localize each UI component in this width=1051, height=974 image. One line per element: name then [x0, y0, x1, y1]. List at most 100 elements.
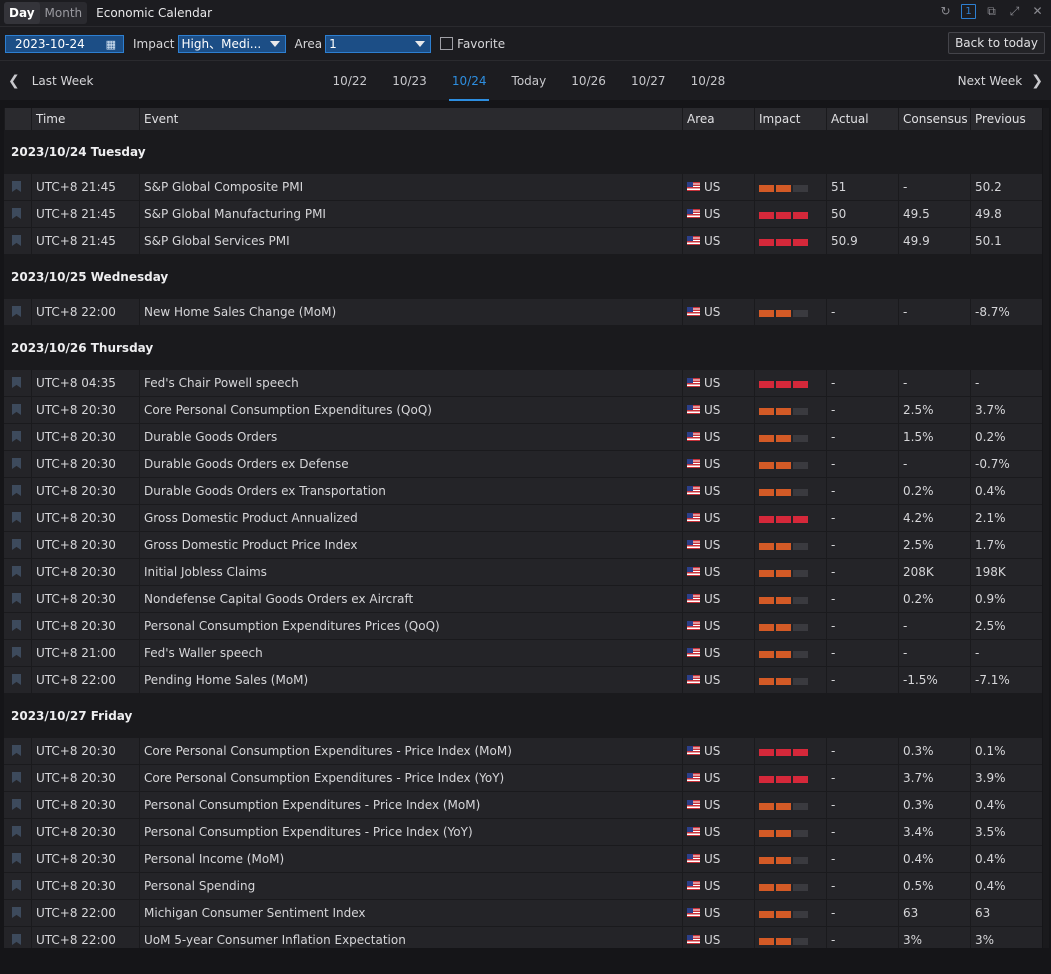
bookmark-icon[interactable]	[12, 306, 21, 317]
event-cell[interactable]: UoM 5-year Consumer Inflation Expectatio…	[139, 927, 682, 948]
bookmark-cell[interactable]	[4, 451, 31, 477]
refresh-icon[interactable]: ↻	[938, 4, 953, 19]
event-cell[interactable]: Nondefense Capital Goods Orders ex Aircr…	[139, 586, 682, 612]
table-row[interactable]: UTC+8 20:30 Personal Consumption Expendi…	[4, 819, 1042, 846]
table-row[interactable]: UTC+8 20:30 Personal Consumption Expendi…	[4, 613, 1042, 640]
table-row[interactable]: UTC+8 22:00 Michigan Consumer Sentiment …	[4, 900, 1042, 927]
date-picker[interactable]: 2023-10-24 ▦	[5, 34, 124, 53]
bookmark-cell[interactable]	[4, 478, 31, 504]
event-cell[interactable]: Durable Goods Orders ex Transportation	[139, 478, 682, 504]
table-row[interactable]: UTC+8 22:00 UoM 5-year Consumer Inflatio…	[4, 927, 1042, 948]
bookmark-cell[interactable]	[4, 424, 31, 450]
day-tab[interactable]: 10/28	[678, 61, 738, 101]
close-icon[interactable]: ✕	[1030, 4, 1045, 19]
event-cell[interactable]: Pending Home Sales (MoM)	[139, 667, 682, 693]
header-impact[interactable]: Impact	[754, 108, 826, 130]
table-row[interactable]: UTC+8 20:30 Durable Goods Orders US - 1.…	[4, 424, 1042, 451]
table-row[interactable]: UTC+8 20:30 Core Personal Consumption Ex…	[4, 765, 1042, 792]
day-tab[interactable]: 10/26	[559, 61, 619, 101]
bookmark-cell[interactable]	[4, 738, 31, 764]
event-cell[interactable]: Initial Jobless Claims	[139, 559, 682, 585]
bookmark-icon[interactable]	[12, 377, 21, 388]
bookmark-icon[interactable]	[12, 647, 21, 658]
bookmark-cell[interactable]	[4, 667, 31, 693]
bookmark-cell[interactable]	[4, 532, 31, 558]
calendar-icon[interactable]: ▦	[106, 37, 116, 53]
table-row[interactable]: UTC+8 20:30 Personal Income (MoM) US - 0…	[4, 846, 1042, 873]
tab-day[interactable]: Day	[4, 2, 40, 24]
bookmark-icon[interactable]	[12, 512, 21, 523]
bookmark-cell[interactable]	[4, 900, 31, 926]
event-cell[interactable]: Fed's Chair Powell speech	[139, 370, 682, 396]
day-tab[interactable]: 10/23	[380, 61, 440, 101]
table-row[interactable]: UTC+8 21:45 S&P Global Services PMI US 5…	[4, 228, 1042, 255]
event-cell[interactable]: Core Personal Consumption Expenditures -…	[139, 738, 682, 764]
expand-icon[interactable]: ⤢	[1007, 4, 1022, 19]
event-cell[interactable]: Michigan Consumer Sentiment Index	[139, 900, 682, 926]
bookmark-cell[interactable]	[4, 370, 31, 396]
table-row[interactable]: UTC+8 04:35 Fed's Chair Powell speech US…	[4, 370, 1042, 397]
table-row[interactable]: UTC+8 20:30 Nondefense Capital Goods Ord…	[4, 586, 1042, 613]
bookmark-icon[interactable]	[12, 772, 21, 783]
table-row[interactable]: UTC+8 20:30 Core Personal Consumption Ex…	[4, 738, 1042, 765]
day-tab[interactable]: 10/22	[320, 61, 380, 101]
bookmark-cell[interactable]	[4, 586, 31, 612]
bookmark-icon[interactable]	[12, 853, 21, 864]
event-cell[interactable]: Fed's Waller speech	[139, 640, 682, 666]
tab-month[interactable]: Month	[40, 2, 88, 24]
day-tab-active[interactable]: 10/24	[439, 61, 499, 101]
bookmark-cell[interactable]	[4, 765, 31, 791]
event-cell[interactable]: Personal Consumption Expenditures - Pric…	[139, 792, 682, 818]
event-cell[interactable]: Personal Consumption Expenditures - Pric…	[139, 819, 682, 845]
table-row[interactable]: UTC+8 20:30 Durable Goods Orders ex Defe…	[4, 451, 1042, 478]
event-cell[interactable]: Personal Consumption Expenditures Prices…	[139, 613, 682, 639]
next-week-button[interactable]: Next Week ❯	[958, 73, 1043, 89]
area-select[interactable]: 1	[325, 34, 432, 53]
bookmark-icon[interactable]	[12, 485, 21, 496]
bookmark-cell[interactable]	[4, 613, 31, 639]
event-cell[interactable]: Personal Income (MoM)	[139, 846, 682, 872]
table-row[interactable]: UTC+8 20:30 Durable Goods Orders ex Tran…	[4, 478, 1042, 505]
bookmark-icon[interactable]	[12, 181, 21, 192]
bookmark-icon[interactable]	[12, 431, 21, 442]
bookmark-icon[interactable]	[12, 826, 21, 837]
table-row[interactable]: UTC+8 21:45 S&P Global Composite PMI US …	[4, 174, 1042, 201]
bookmark-icon[interactable]	[12, 620, 21, 631]
bookmark-cell[interactable]	[4, 201, 31, 227]
bookmark-cell[interactable]	[4, 640, 31, 666]
bookmark-cell[interactable]	[4, 819, 31, 845]
event-cell[interactable]: Core Personal Consumption Expenditures (…	[139, 397, 682, 423]
event-cell[interactable]: Personal Spending	[139, 873, 682, 899]
bookmark-icon[interactable]	[12, 566, 21, 577]
bookmark-icon[interactable]	[12, 799, 21, 810]
impact-select[interactable]: High、Medi...	[177, 34, 286, 53]
event-cell[interactable]: S&P Global Manufacturing PMI	[139, 201, 682, 227]
scrollbar[interactable]	[1043, 108, 1049, 948]
table-row[interactable]: UTC+8 20:30 Initial Jobless Claims US - …	[4, 559, 1042, 586]
event-cell[interactable]: Gross Domestic Product Annualized	[139, 505, 682, 531]
bookmark-icon[interactable]	[12, 934, 21, 945]
bookmark-cell[interactable]	[4, 228, 31, 254]
bookmark-icon[interactable]	[12, 458, 21, 469]
event-cell[interactable]: Gross Domestic Product Price Index	[139, 532, 682, 558]
table-row[interactable]: UTC+8 20:30 Core Personal Consumption Ex…	[4, 397, 1042, 424]
table-row[interactable]: UTC+8 20:30 Personal Consumption Expendi…	[4, 792, 1042, 819]
event-cell[interactable]: New Home Sales Change (MoM)	[139, 299, 682, 325]
table-row[interactable]: UTC+8 20:30 Personal Spending US - 0.5% …	[4, 873, 1042, 900]
day-tab-today[interactable]: Today	[499, 61, 559, 101]
table-row[interactable]: UTC+8 22:00 New Home Sales Change (MoM) …	[4, 299, 1042, 326]
bookmark-cell[interactable]	[4, 505, 31, 531]
event-cell[interactable]: S&P Global Services PMI	[139, 228, 682, 254]
bookmark-icon[interactable]	[12, 674, 21, 685]
back-to-today-button[interactable]: Back to today	[948, 32, 1045, 54]
event-cell[interactable]: S&P Global Composite PMI	[139, 174, 682, 200]
bookmark-icon[interactable]	[12, 745, 21, 756]
header-previous[interactable]: Previous	[970, 108, 1042, 130]
bookmark-cell[interactable]	[4, 559, 31, 585]
table-row[interactable]: UTC+8 21:00 Fed's Waller speech US - - -	[4, 640, 1042, 667]
day-tab[interactable]: 10/27	[618, 61, 678, 101]
header-actual[interactable]: Actual	[826, 108, 898, 130]
event-cell[interactable]: Core Personal Consumption Expenditures -…	[139, 765, 682, 791]
bookmark-icon[interactable]	[12, 880, 21, 891]
event-cell[interactable]: Durable Goods Orders	[139, 424, 682, 450]
